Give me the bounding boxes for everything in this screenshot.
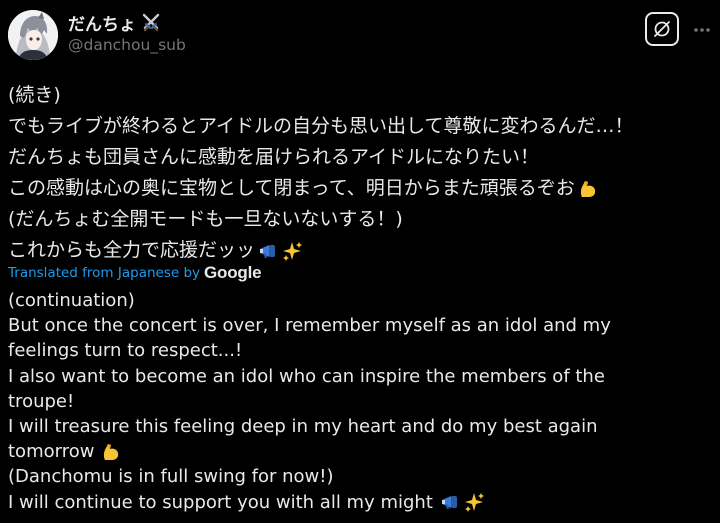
translated-line-text: tomorrow xyxy=(8,441,95,463)
tweet-line: でもライブが終わるとアイドルの自分も思い出して尊敬に変わるんだ…！ xyxy=(8,115,634,137)
translated-line: I also want to become an idol who can in… xyxy=(8,365,605,387)
grok-icon xyxy=(654,21,670,37)
tweet-text-translated: (continuation) But once the concert is o… xyxy=(8,288,718,515)
grok-button[interactable] xyxy=(645,12,679,46)
tweet-line-with-emoji: この感動は心の奥に宝物として閉まって、明日からまた頑張るぞお xyxy=(8,173,718,204)
avatar-image xyxy=(8,10,58,60)
translated-line: I will treasure this feeling deep in my … xyxy=(8,415,598,437)
translated-line-text: I will continue to support you with all … xyxy=(8,491,433,513)
more-icon xyxy=(694,28,710,32)
tweet-line-text: この感動は心の奥に宝物として閉まって、明日からまた頑張るぞお xyxy=(8,177,575,199)
display-name[interactable]: だんちょ xyxy=(68,10,136,35)
flexed-biceps-icon xyxy=(577,178,599,200)
google-logo: Google xyxy=(204,263,262,282)
tweet-header: だんちょ @danchou_sub xyxy=(0,0,720,70)
sparkles-icon xyxy=(463,491,485,513)
megaphone-icon xyxy=(439,491,461,513)
tweet-line: だんちょも団員さんに感動を届けられるアイドルになりたい！ xyxy=(8,146,540,168)
avatar[interactable] xyxy=(8,10,58,60)
megaphone-icon xyxy=(257,240,279,262)
translated-line: (continuation) xyxy=(8,290,135,311)
translated-line-with-emoji: tomorrow xyxy=(8,439,718,464)
translated-line-with-emoji: I will continue to support you with all … xyxy=(8,490,718,515)
translated-from-label[interactable]: Translated from Japanese by xyxy=(8,265,200,281)
user-handle[interactable]: @danchou_sub xyxy=(68,36,186,54)
tweet-line: (続き) xyxy=(8,84,61,106)
tweet-line: (だんちょむ全開モードも一旦ないないする！) xyxy=(8,208,403,230)
name-row: だんちょ xyxy=(68,10,162,35)
translated-line: feelings turn to respect...! xyxy=(8,340,243,362)
more-options-button[interactable] xyxy=(690,18,714,42)
sparkles-icon xyxy=(281,240,303,262)
tweet-text-original: (続き) でもライブが終わるとアイドルの自分も思い出して尊敬に変わるんだ…！ だ… xyxy=(8,80,718,266)
crossed-swords-icon xyxy=(140,11,162,33)
translated-line: troupe! xyxy=(8,390,75,412)
translation-attribution: Translated from Japanese by Google xyxy=(8,262,262,284)
translated-line: But once the concert is over, I remember… xyxy=(8,315,611,337)
translated-line: (Danchomu is in full swing for now!) xyxy=(8,466,334,488)
flexed-biceps-icon xyxy=(100,441,122,463)
